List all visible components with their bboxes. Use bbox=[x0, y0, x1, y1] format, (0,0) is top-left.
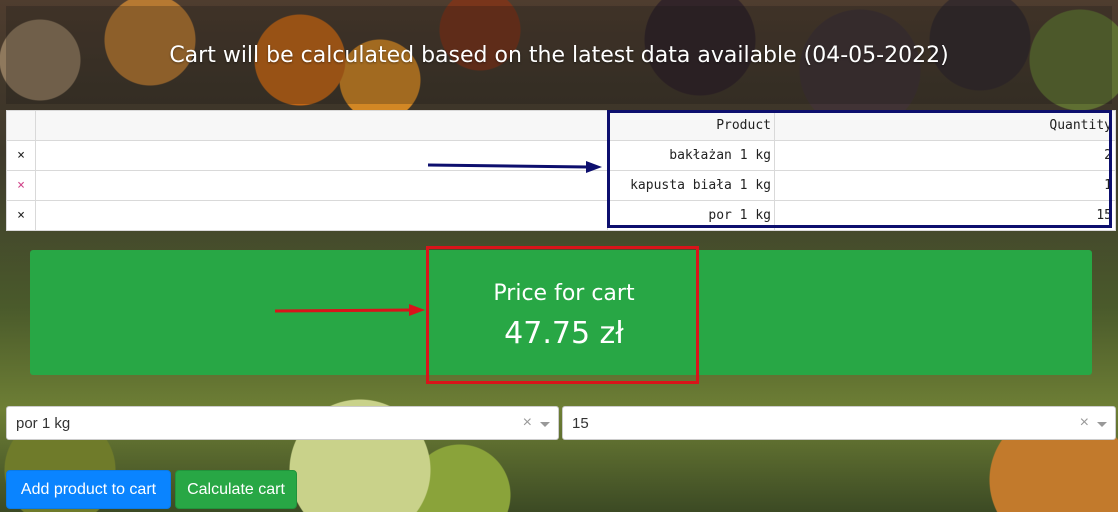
remove-row-icon[interactable]: × bbox=[6, 140, 36, 171]
table-row: × por 1 kg 15 bbox=[6, 200, 1116, 231]
column-header-quantity: Quantity bbox=[774, 110, 1116, 141]
arrow-right-icon bbox=[275, 304, 425, 316]
empty-cell bbox=[35, 200, 608, 231]
price-display: Price for cart 47.75 zł bbox=[430, 249, 698, 383]
arrow-right-icon bbox=[428, 161, 602, 173]
header-cell-remove bbox=[6, 110, 36, 141]
table-header-row: Product Quantity bbox=[6, 110, 1116, 141]
chevron-down-icon[interactable] bbox=[540, 422, 550, 427]
quantity-select[interactable]: 15 × bbox=[562, 406, 1116, 440]
price-label: Price for cart bbox=[493, 281, 635, 306]
column-header-product: Product bbox=[607, 110, 775, 141]
quantity-select-value: 15 bbox=[572, 414, 589, 432]
price-value: 47.75 zł bbox=[504, 316, 624, 351]
quantity-cell: 1 bbox=[774, 170, 1116, 201]
remove-row-icon[interactable]: × bbox=[6, 170, 36, 201]
remove-row-icon[interactable]: × bbox=[6, 200, 36, 231]
close-icon[interactable]: × bbox=[523, 414, 532, 432]
header-cell-index bbox=[35, 110, 608, 141]
product-cell: kapusta biała 1 kg bbox=[607, 170, 775, 201]
calculate-cart-button[interactable]: Calculate cart bbox=[175, 470, 297, 509]
page-title: Cart will be calculated based on the lat… bbox=[169, 42, 949, 68]
product-cell: bakłażan 1 kg bbox=[607, 140, 775, 171]
add-product-button[interactable]: Add product to cart bbox=[6, 470, 171, 509]
header-banner: Cart will be calculated based on the lat… bbox=[6, 6, 1112, 104]
close-icon[interactable]: × bbox=[1080, 414, 1089, 432]
product-select-value: por 1 kg bbox=[16, 414, 71, 432]
quantity-cell: 2 bbox=[774, 140, 1116, 171]
quantity-cell: 15 bbox=[774, 200, 1116, 231]
product-cell: por 1 kg bbox=[607, 200, 775, 231]
product-select[interactable]: por 1 kg × bbox=[6, 406, 559, 440]
chevron-down-icon[interactable] bbox=[1097, 422, 1107, 427]
